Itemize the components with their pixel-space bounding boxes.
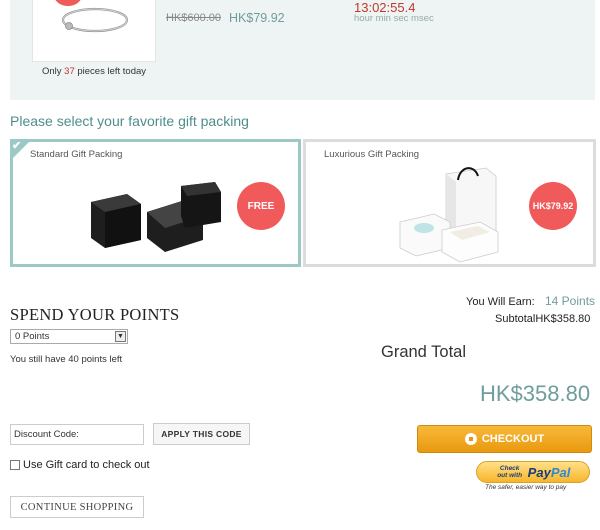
sale-price: HK$79.92 — [229, 11, 285, 25]
grand-total-label: Grand Total — [381, 343, 466, 361]
gift-card-option[interactable]: Use Gift card to check out — [10, 459, 150, 471]
grand-total-value: HK$358.80 — [480, 381, 591, 406]
paypal-check-out-with: Check out with — [497, 465, 523, 479]
earn-points-value: 14 Points — [545, 294, 596, 308]
stock-count: 37 — [64, 66, 75, 77]
original-price: HK$600.00 — [166, 12, 222, 24]
points-remaining-text: You still have 40 points left — [10, 354, 123, 365]
gift-option-label: Standard Gift Packing — [30, 149, 123, 160]
points-selected-value: 0 Points — [15, 331, 50, 342]
upsell-banner: Only 37 pieces left today HK$600.00 HK$7… — [10, 0, 595, 100]
stock-remaining-text: Only 37 pieces left today — [41, 66, 147, 77]
gift-option-label: Luxurious Gift Packing — [324, 149, 420, 160]
paypal-tagline: The safer, easier way to pay — [485, 484, 567, 491]
earn-points-label: You Will Earn: — [466, 296, 535, 308]
spend-points-heading: SPEND YOUR POINTS — [10, 305, 180, 324]
lock-icon — [464, 433, 477, 445]
checkmark-icon: ✔ — [12, 140, 22, 152]
countdown-units: hour min sec msec — [354, 13, 434, 24]
points-select[interactable]: 0 Points ▼ — [10, 329, 128, 344]
white-gift-bag-image — [399, 167, 499, 263]
paypal-checkout-button[interactable]: Check out with PayPal — [476, 461, 590, 483]
checkout-button[interactable]: CHECKOUT — [417, 425, 592, 453]
black-gift-boxes-image — [91, 182, 221, 252]
product-thumbnail[interactable] — [32, 0, 156, 62]
gift-option-standard[interactable]: ✔ Standard Gift Packing FREE — [10, 139, 301, 267]
continue-shopping-button[interactable]: CONTINUE SHOPPING — [10, 496, 144, 518]
checkout-label: CHECKOUT — [481, 433, 545, 445]
paypal-logo: PayPal — [527, 464, 571, 480]
gift-option-price: HK$79.92 — [529, 182, 577, 230]
bracelet-image — [61, 7, 129, 33]
gift-option-luxurious[interactable]: Luxurious Gift Packing HK$79.92 — [303, 139, 596, 267]
gift-card-label: Use Gift card to check out — [23, 459, 150, 471]
gift-card-checkbox[interactable] — [10, 460, 20, 470]
apply-code-button[interactable]: APPLY THIS CODE — [153, 423, 250, 445]
subtotal: SubtotalHK$358.80 — [495, 313, 591, 325]
gift-packing-heading: Please select your favorite gift packing — [10, 113, 249, 129]
discount-code-input[interactable] — [10, 424, 144, 445]
gift-option-price: FREE — [237, 182, 285, 230]
chevron-down-icon[interactable]: ▼ — [115, 331, 126, 342]
